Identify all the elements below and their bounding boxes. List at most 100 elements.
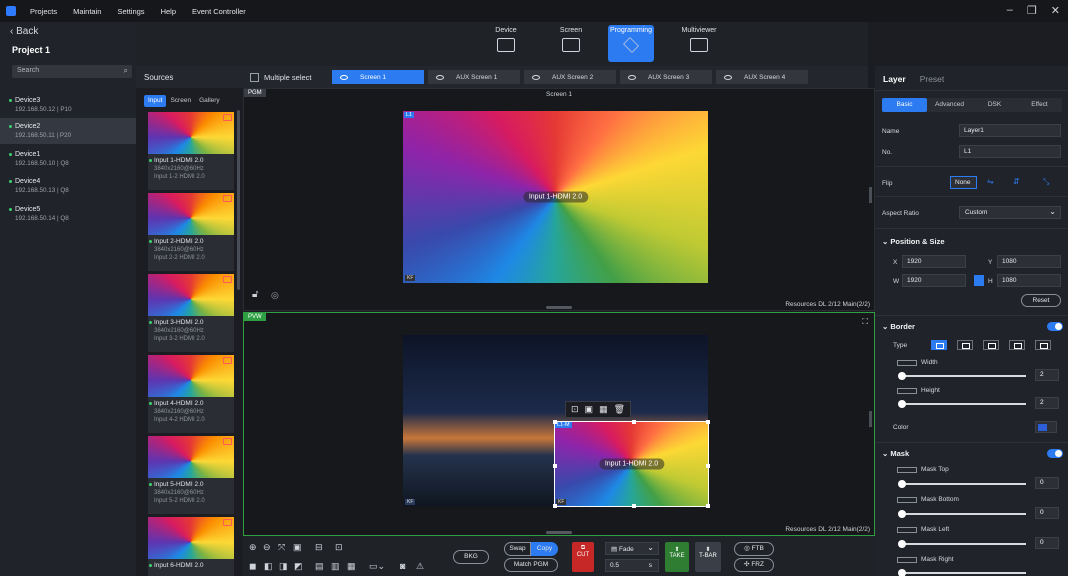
device-item[interactable]: Device5 192.168.50.14 | Q8: [0, 201, 136, 227]
flip-horizontal-icon[interactable]: ⇋: [987, 177, 994, 186]
width-spinner[interactable]: 2: [1035, 369, 1059, 381]
eye-icon[interactable]: [532, 74, 540, 80]
delete-icon[interactable]: 🗑︎: [614, 404, 625, 415]
y-field[interactable]: 1080: [997, 255, 1061, 268]
x-field[interactable]: 1920: [902, 255, 966, 268]
search-input[interactable]: Search ⌕: [12, 65, 132, 78]
minimize-icon[interactable]: –: [1007, 4, 1013, 17]
layer-front-icon[interactable]: ◼: [249, 561, 256, 572]
position-size-section[interactable]: ⌄ Position & Size: [882, 237, 945, 246]
no-field[interactable]: L1: [959, 145, 1061, 158]
tab-preset[interactable]: Preset: [920, 74, 945, 84]
eye-icon[interactable]: [340, 74, 348, 80]
tab-aux-screen-1[interactable]: AUX Screen 1: [428, 70, 520, 84]
grid-icon[interactable]: ▦: [599, 404, 608, 415]
restore-icon[interactable]: ❐: [1027, 4, 1037, 17]
nav-multiviewer[interactable]: Multiviewer: [676, 25, 722, 62]
copy-button[interactable]: Copy: [531, 542, 558, 556]
nav-programming[interactable]: Programming: [608, 25, 654, 62]
tab-aux-screen-2[interactable]: AUX Screen 2: [524, 70, 616, 84]
device-item[interactable]: Device3 192.168.50.12 | P10: [0, 92, 136, 118]
name-field[interactable]: Layer1: [959, 124, 1061, 137]
border-toggle[interactable]: [1047, 322, 1063, 331]
fullscreen-icon[interactable]: ⛶: [862, 317, 868, 327]
lock-layer-icon[interactable]: ⊡: [335, 542, 343, 553]
aspect-ratio-select[interactable]: Custom: [959, 206, 1061, 219]
mask-left-spinner[interactable]: 0: [1035, 537, 1059, 549]
reset-button[interactable]: Reset: [1021, 294, 1061, 307]
pgm-scrollbar[interactable]: [869, 187, 872, 203]
display-dropdown-icon[interactable]: ▭⌄: [369, 561, 385, 572]
eye-icon[interactable]: [724, 74, 732, 80]
nav-screen[interactable]: Screen: [551, 25, 591, 62]
sources-scrollbar[interactable]: [237, 110, 240, 290]
warning-icon[interactable]: ⚠: [416, 561, 424, 572]
fit-icon[interactable]: ▣: [585, 404, 594, 415]
subtab-dsk[interactable]: DSK: [972, 98, 1017, 112]
mask-section[interactable]: ⌄ Mask: [882, 449, 909, 458]
tab-screen-1[interactable]: Screen 1: [332, 70, 424, 84]
menu-maintain[interactable]: Maintain: [65, 7, 109, 16]
source-item[interactable]: Input 4-HDMI 2.0 3840x2160@60Hz Input 4-2 …: [148, 355, 234, 433]
tbar-button[interactable]: ⬍ T-BAR: [695, 542, 721, 572]
device-item[interactable]: Device4 192.168.50.13 | Q8: [0, 173, 136, 199]
width-slider[interactable]: [898, 372, 1026, 380]
border-type-1[interactable]: [931, 340, 947, 350]
frz-button[interactable]: ✣ FRZ: [734, 558, 774, 572]
match-pgm-button[interactable]: Match PGM: [504, 558, 558, 572]
mask-left-slider[interactable]: [898, 540, 1026, 548]
eye-icon[interactable]: [436, 74, 444, 80]
border-type-3[interactable]: [983, 340, 999, 350]
height-spinner[interactable]: 2: [1035, 397, 1059, 409]
eye-icon[interactable]: [628, 74, 636, 80]
resize-handle[interactable]: [546, 306, 572, 309]
tab-aux-screen-4[interactable]: AUX Screen 4: [716, 70, 808, 84]
source-item[interactable]: Input 1-HDMI 2.0 3840x2160@60Hz Input 1-2 …: [148, 112, 234, 190]
layout-3-icon[interactable]: ▦: [347, 561, 356, 572]
source-item[interactable]: Input 3-HDMI 2.0 3840x2160@60Hz Input 3-2 …: [148, 274, 234, 352]
mask-bottom-spinner[interactable]: 0: [1035, 507, 1059, 519]
take-button[interactable]: ⬆ TAKE: [665, 542, 689, 572]
menu-help[interactable]: Help: [153, 7, 184, 16]
cut-button[interactable]: ⧉ CUT: [572, 542, 594, 572]
resize-handle[interactable]: [546, 531, 572, 534]
layer-back-icon[interactable]: ◩: [294, 561, 303, 572]
bkg-button[interactable]: BKG: [453, 550, 489, 564]
subtab-effect[interactable]: Effect: [1017, 98, 1062, 112]
mask-bottom-slider[interactable]: [898, 510, 1026, 518]
pvw-scrollbar[interactable]: [869, 411, 872, 427]
selection-box[interactable]: [553, 420, 710, 508]
flip-none-button[interactable]: None: [950, 176, 977, 189]
output-icon[interactable]: ◙: [400, 561, 405, 571]
flip-both-icon[interactable]: ⤡: [1043, 177, 1049, 187]
device-item[interactable]: Device2 192.168.50.11 | P20: [0, 118, 136, 144]
mask-top-spinner[interactable]: 0: [1035, 477, 1059, 489]
height-slider[interactable]: [898, 400, 1026, 408]
border-section[interactable]: ⌄ Border: [882, 322, 915, 331]
h-field[interactable]: 1080: [997, 274, 1061, 287]
lock-icon[interactable]: 🔓︎: [252, 289, 258, 300]
back-button[interactable]: ‹ Back: [10, 26, 38, 37]
source-item[interactable]: Input 5-HDMI 2.0 3840x2160@60Hz Input 5-2 …: [148, 436, 234, 514]
subtab-basic[interactable]: Basic: [882, 98, 927, 112]
source-item[interactable]: Input 6-HDMI 2.0: [148, 517, 234, 576]
align-icon[interactable]: ⊟: [315, 542, 323, 553]
layer-backward-icon[interactable]: ◨: [279, 561, 288, 572]
subtab-advanced[interactable]: Advanced: [927, 98, 972, 112]
w-field[interactable]: 1920: [902, 274, 966, 287]
transition-select[interactable]: ▤ Fade: [605, 542, 659, 555]
border-type-2[interactable]: [957, 340, 973, 350]
layout-2-icon[interactable]: ▥: [331, 561, 340, 572]
tab-input[interactable]: Input: [144, 95, 167, 107]
layout-1-icon[interactable]: ▤: [315, 561, 324, 572]
zoom-out-icon[interactable]: ⊖: [263, 542, 271, 553]
border-type-5[interactable]: [1035, 340, 1051, 350]
tab-layer[interactable]: Layer: [883, 74, 906, 84]
device-item[interactable]: Device1 192.168.50.10 | Q8: [0, 146, 136, 172]
tab-gallery[interactable]: Gallery: [195, 95, 224, 107]
menu-event-controller[interactable]: Event Controller: [184, 7, 254, 16]
flip-vertical-icon[interactable]: ⇵: [1013, 177, 1020, 186]
tab-aux-screen-3[interactable]: AUX Screen 3: [620, 70, 712, 84]
tab-screen[interactable]: Screen: [166, 95, 195, 107]
source-item[interactable]: Input 2-HDMI 2.0 3840x2160@60Hz Input 2-2 …: [148, 193, 234, 271]
